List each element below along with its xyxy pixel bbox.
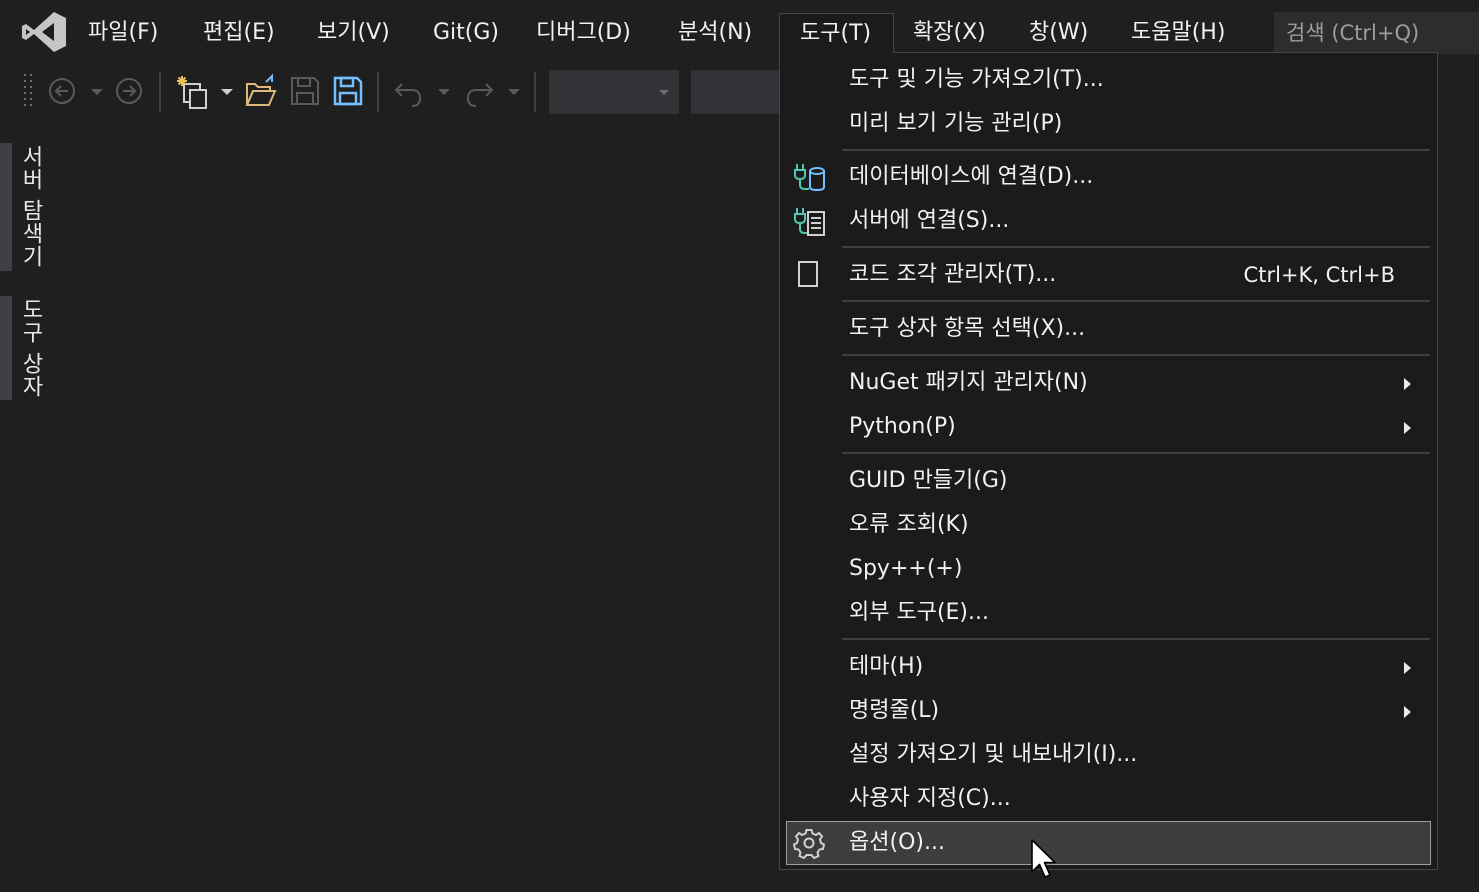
gear-icon [792, 829, 826, 859]
menu-edit[interactable]: 편집(E) [203, 12, 275, 54]
menu-separator [842, 149, 1430, 151]
menu-item-theme[interactable]: 테마(H) [786, 645, 1431, 689]
menu-item-label: 설정 가져오기 및 내보내기(I)... [849, 742, 1138, 767]
redo-icon[interactable] [462, 62, 496, 118]
new-project-icon[interactable] [174, 62, 214, 118]
menu-item-connect-to-database[interactable]: 데이터베이스에 연결(D)... [786, 155, 1431, 199]
visual-studio-window: 파일(F) 편집(E) 보기(V) Git(G) 디버그(D) 분석(N) 도구… [0, 0, 1479, 892]
solution-platform-dropdown[interactable] [691, 70, 781, 114]
toolbar-separator [159, 72, 161, 112]
code-snippet-icon [798, 261, 818, 287]
menu-item-label: 도구 및 기능 가져오기(T)... [849, 67, 1104, 92]
menu-item-label: 사용자 지정(C)... [849, 786, 1011, 811]
menu-separator [842, 300, 1430, 302]
menu-item-label: 옵션(O)... [849, 830, 945, 855]
menu-item-label: NuGet 패키지 관리자(N) [849, 370, 1088, 395]
menu-git[interactable]: Git(G) [433, 12, 499, 54]
chevron-down-icon [659, 90, 669, 95]
visual-studio-logo-icon [22, 12, 66, 52]
undo-chevron-down-icon[interactable] [435, 62, 453, 118]
save-all-icon[interactable] [331, 62, 365, 118]
side-tab-bar-server-explorer [0, 143, 12, 271]
menu-separator [842, 452, 1430, 454]
side-tab-server-explorer[interactable]: 서버 탐색기 [14, 145, 46, 268]
menu-bar: 파일(F) 편집(E) 보기(V) Git(G) 디버그(D) 분석(N) 도구… [0, 0, 1479, 58]
submenu-arrow-icon [1404, 662, 1411, 674]
mouse-cursor-icon [1031, 839, 1056, 878]
toolbar-separator [534, 72, 536, 112]
menu-item-get-tools-and-features[interactable]: 도구 및 기능 가져오기(T)... [786, 58, 1431, 102]
menu-item-python[interactable]: Python(P) [786, 405, 1431, 449]
submenu-arrow-icon [1404, 706, 1411, 718]
menu-item-label: 코드 조각 관리자(T)... [849, 262, 1057, 287]
menu-item-external-tools[interactable]: 외부 도구(E)... [786, 591, 1431, 635]
tools-menu-dropdown: 도구 및 기능 가져오기(T)... 미리 보기 기능 관리(P) 데이터베이스… [779, 52, 1438, 870]
menu-item-code-snippets-manager[interactable]: 코드 조각 관리자(T)... Ctrl+K, Ctrl+B [786, 253, 1431, 297]
menu-item-label: GUID 만들기(G) [849, 468, 1008, 493]
menu-item-error-lookup[interactable]: 오류 조회(K) [786, 503, 1431, 547]
menu-separator [842, 354, 1430, 356]
menu-item-connect-to-server[interactable]: 서버에 연결(S)... [786, 199, 1431, 243]
menu-item-label: 데이터베이스에 연결(D)... [849, 164, 1094, 189]
forward-arrow-icon[interactable] [113, 62, 145, 118]
menu-item-nuget-package-manager[interactable]: NuGet 패키지 관리자(N) [786, 361, 1431, 405]
save-icon[interactable] [288, 62, 322, 118]
side-tab-toolbox[interactable]: 도구 상자 [14, 298, 46, 398]
search-input[interactable]: 검색 (Ctrl+Q) [1274, 12, 1479, 54]
menu-separator [842, 638, 1430, 640]
menu-tools[interactable]: 도구(T) [779, 13, 894, 53]
menu-item-shortcut: Ctrl+K, Ctrl+B [1243, 263, 1395, 287]
menu-item-label: 오류 조회(K) [849, 512, 969, 537]
menu-item-spy-plus-plus[interactable]: Spy++(+) [786, 547, 1431, 591]
menu-item-label: Spy++(+) [849, 556, 963, 581]
menu-item-options[interactable]: 옵션(O)... [786, 821, 1431, 865]
menu-item-label: 테마(H) [849, 654, 924, 679]
toolbar-grip-icon[interactable] [22, 62, 36, 118]
menu-view[interactable]: 보기(V) [317, 12, 390, 54]
menu-separator [842, 246, 1430, 248]
redo-chevron-down-icon[interactable] [505, 62, 523, 118]
new-project-chevron-down-icon[interactable] [218, 62, 236, 118]
menu-window[interactable]: 창(W) [1029, 12, 1088, 54]
menu-extensions[interactable]: 확장(X) [913, 12, 986, 54]
menu-item-label: 도구 상자 항목 선택(X)... [849, 316, 1086, 341]
back-dropdown-chevron-down-icon[interactable] [88, 62, 106, 118]
menu-item-import-export-settings[interactable]: 설정 가져오기 및 내보내기(I)... [786, 733, 1431, 777]
solution-configuration-dropdown[interactable] [549, 70, 679, 114]
submenu-arrow-icon [1404, 378, 1411, 390]
undo-icon[interactable] [392, 62, 426, 118]
menu-item-label: 서버에 연결(S)... [849, 208, 1010, 233]
menu-file[interactable]: 파일(F) [88, 12, 158, 54]
menu-item-label: 외부 도구(E)... [849, 600, 989, 625]
menu-help[interactable]: 도움말(H) [1131, 12, 1225, 54]
menu-item-choose-toolbox-items[interactable]: 도구 상자 항목 선택(X)... [786, 307, 1431, 351]
menu-debug[interactable]: 디버그(D) [536, 12, 631, 54]
back-arrow-icon[interactable] [46, 62, 78, 118]
menu-item-label: 명령줄(L) [849, 698, 940, 723]
menu-item-create-guid[interactable]: GUID 만들기(G) [786, 459, 1431, 503]
menu-item-customize[interactable]: 사용자 지정(C)... [786, 777, 1431, 821]
side-tab-bar-toolbox [0, 296, 12, 400]
server-connect-icon [794, 208, 825, 236]
submenu-arrow-icon [1404, 422, 1411, 434]
menu-item-label: 미리 보기 기능 관리(P) [849, 111, 1063, 136]
menu-item-manage-preview-features[interactable]: 미리 보기 기능 관리(P) [786, 102, 1431, 146]
menu-analyze[interactable]: 분석(N) [678, 12, 752, 54]
menu-item-label: Python(P) [849, 414, 956, 439]
open-folder-icon[interactable] [244, 62, 278, 118]
menu-item-command-line[interactable]: 명령줄(L) [786, 689, 1431, 733]
toolbar-separator [377, 72, 379, 112]
database-connect-icon [794, 164, 825, 192]
